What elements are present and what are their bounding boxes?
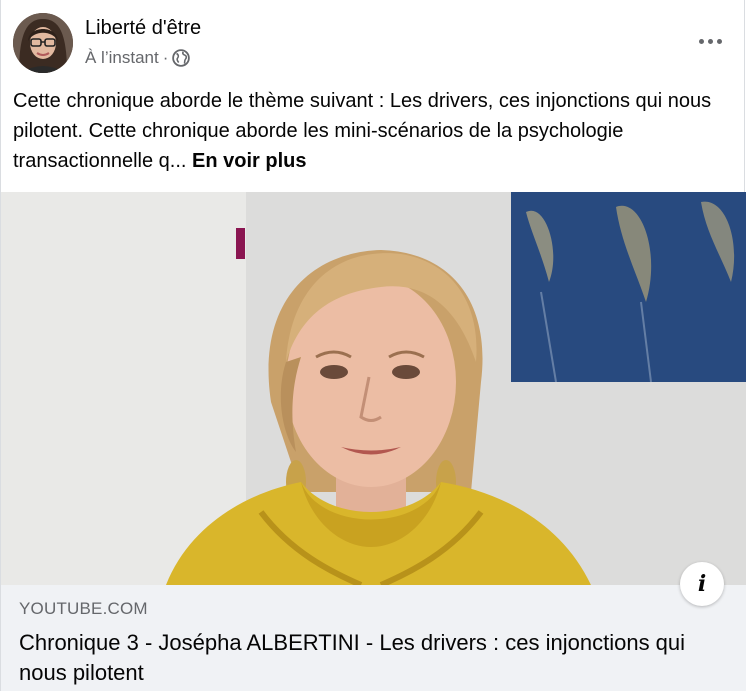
post-body: Cette chronique aborde le thème suivant … bbox=[13, 90, 712, 172]
link-preview-footer[interactable]: YOUTUBE.COM Chronique 3 - Josépha ALBERT… bbox=[1, 585, 746, 691]
info-icon[interactable]: i bbox=[680, 562, 724, 606]
meta-separator: · bbox=[162, 48, 169, 67]
see-more-link[interactable]: En voir plus bbox=[192, 150, 306, 172]
more-dot bbox=[716, 38, 722, 44]
author-name[interactable]: Liberté d'être bbox=[85, 17, 201, 40]
post-header: Liberté d'être À l’instant · bbox=[13, 13, 732, 75]
globe-icon[interactable] bbox=[172, 49, 191, 67]
link-title[interactable]: Chronique 3 - Josépha ALBERTINI - Les dr… bbox=[19, 628, 699, 688]
post-text: Cette chronique aborde le thème suivant … bbox=[13, 86, 733, 176]
author-avatar[interactable] bbox=[13, 13, 73, 73]
more-options-button[interactable] bbox=[692, 31, 728, 51]
link-preview-image[interactable] bbox=[1, 192, 746, 585]
post-timestamp[interactable]: À l’instant bbox=[85, 48, 159, 68]
more-options-icon bbox=[698, 38, 704, 44]
video-thumbnail bbox=[1, 192, 746, 585]
avatar-image bbox=[13, 13, 73, 73]
post-meta: À l’instant · bbox=[85, 48, 191, 68]
more-dot bbox=[707, 38, 713, 44]
link-domain: YOUTUBE.COM bbox=[19, 599, 148, 618]
post-card: Liberté d'être À l’instant · Cette chron… bbox=[0, 0, 746, 691]
